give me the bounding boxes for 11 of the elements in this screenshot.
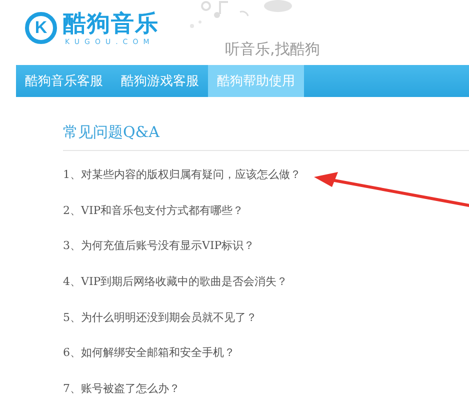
faq-question-link[interactable]: 6、如何解绑安全邮箱和安全手机？ <box>63 346 235 360</box>
slogan: 听音乐,找酷狗 <box>225 40 320 59</box>
faq-question-link[interactable]: 2、VIP和音乐包支付方式都有哪些？ <box>63 204 244 217</box>
faq-question-link[interactable]: 5、为什么明明还没到期会员就不见了？ <box>63 310 257 324</box>
logo-icon: K <box>25 12 57 44</box>
faq-question-link[interactable]: 7、账号被盗了怎么办？ <box>63 382 180 396</box>
logo-name: 酷狗音乐 <box>63 10 159 38</box>
faq-question-link[interactable]: 4、VIP到期后网络收藏中的歌曲是否会消失？ <box>63 275 288 288</box>
faq-question-link[interactable]: 1、对某些内容的版权归属有疑问，应该怎么做？ <box>63 168 301 181</box>
faq-question-link[interactable]: 3、为何充值后账号没有显示VIP标识？ <box>63 239 255 252</box>
faq-title: 常见问题Q&A <box>63 123 161 143</box>
